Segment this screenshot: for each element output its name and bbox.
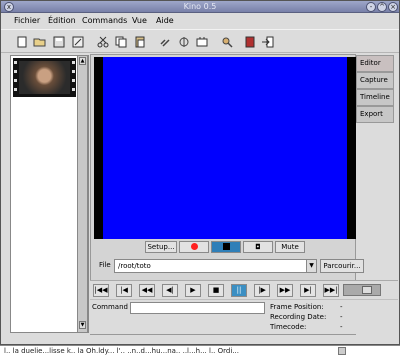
- last-frame-button[interactable]: ▶▶|: [323, 284, 339, 297]
- tab-capture[interactable]: Capture: [356, 72, 394, 89]
- properties-icon[interactable]: [220, 35, 234, 49]
- tab-editor[interactable]: Editor: [356, 55, 394, 72]
- video-frame: [103, 57, 347, 239]
- timecode-label: Timecode:: [270, 323, 307, 331]
- rewind-button[interactable]: ◀◀: [139, 284, 155, 297]
- shuttle-slider-thumb[interactable]: [362, 286, 372, 294]
- title-bar[interactable]: x Kino 0.5 - ^ ×: [1, 1, 399, 13]
- trim-icon[interactable]: [195, 35, 209, 49]
- tab-export[interactable]: Export: [356, 106, 394, 123]
- pause-button[interactable]: ||: [231, 284, 247, 297]
- status-text: l.. la duelie...lisse k.. la Oh.ldy... l…: [4, 347, 239, 355]
- transport-bar: |◀◀ |◀ ◀◀ ◀| ▶ ■ || |▶ ▶▶ ▶| ▶▶|: [90, 280, 398, 299]
- menu-commands[interactable]: Commands: [82, 16, 127, 25]
- paste-icon[interactable]: [133, 35, 147, 49]
- file-label: File: [99, 261, 111, 269]
- menu-edition[interactable]: Édition: [48, 16, 76, 25]
- recording-date-label: Recording Date:: [270, 313, 327, 321]
- clip-thumbnail-image: [19, 61, 70, 94]
- app-window: x Kino 0.5 - ^ × Fichier Édition Command…: [0, 0, 400, 345]
- open-icon[interactable]: [33, 35, 47, 49]
- record-button[interactable]: [179, 241, 209, 253]
- previous-frame-button[interactable]: ◀|: [162, 284, 178, 297]
- frame-position-label: Frame Position:: [270, 303, 324, 311]
- save-icon[interactable]: [52, 35, 66, 49]
- exit-icon[interactable]: [261, 35, 275, 49]
- copy-icon[interactable]: [114, 35, 128, 49]
- status-strip: l.. la duelie...lisse k.. la Oh.ldy... l…: [0, 345, 400, 355]
- menu-aide[interactable]: Aide: [156, 16, 174, 25]
- link-icon[interactable]: [158, 35, 172, 49]
- close-icon[interactable]: ×: [388, 2, 398, 12]
- recording-date-value: -: [340, 313, 343, 321]
- file-row: File /root/toto ▼ Parcourir...: [99, 259, 364, 273]
- cut-icon[interactable]: [96, 35, 110, 49]
- scroll-up-arrow-icon[interactable]: ▲: [79, 57, 86, 65]
- command-area: Command Frame Position: - Recording Date…: [90, 299, 398, 334]
- menu-bar: Fichier Édition Commands Vue Aide: [1, 13, 399, 28]
- previous-scene-button[interactable]: |◀: [116, 284, 132, 297]
- minimize-icon[interactable]: -: [366, 2, 376, 12]
- window-title: Kino 0.5: [183, 2, 217, 11]
- mode-tabs: Editor Capture Timeline Export: [356, 55, 394, 125]
- browse-button[interactable]: Parcourir...: [320, 259, 364, 273]
- new-icon[interactable]: [15, 35, 29, 49]
- shuttle-slider[interactable]: [343, 284, 381, 296]
- play-button[interactable]: ▶: [185, 284, 201, 297]
- file-path-input[interactable]: /root/toto: [114, 259, 307, 273]
- setup-button[interactable]: Setup...: [145, 241, 177, 253]
- split-icon[interactable]: [177, 35, 191, 49]
- command-label: Command: [92, 303, 128, 311]
- camera-icon: ◘: [255, 243, 261, 251]
- tab-timeline[interactable]: Timeline: [356, 89, 394, 106]
- stop-playback-button[interactable]: ■: [208, 284, 224, 297]
- next-frame-button[interactable]: |▶: [254, 284, 270, 297]
- video-preview: [94, 57, 356, 239]
- timecode-value: -: [340, 323, 343, 331]
- frame-position-value: -: [340, 303, 343, 311]
- menu-vue[interactable]: Vue: [132, 16, 147, 25]
- stop-icon: [222, 243, 230, 250]
- snapshot-button[interactable]: ◘: [243, 241, 273, 253]
- command-input[interactable]: [130, 302, 265, 314]
- save-as-icon[interactable]: [71, 35, 85, 49]
- maximize-icon[interactable]: ^: [377, 2, 387, 12]
- mute-button[interactable]: Mute: [275, 241, 305, 253]
- book-icon[interactable]: [243, 35, 257, 49]
- record-icon: [190, 243, 198, 250]
- stop-button[interactable]: [211, 241, 241, 253]
- next-scene-button[interactable]: ▶|: [300, 284, 316, 297]
- clip-thumbnail[interactable]: [13, 58, 76, 97]
- scroll-down-arrow-icon[interactable]: ▼: [79, 321, 86, 329]
- toolbar: [1, 29, 399, 53]
- first-frame-button[interactable]: |◀◀: [93, 284, 109, 297]
- menu-fichier[interactable]: Fichier: [14, 16, 40, 25]
- status-box-icon: [338, 347, 346, 355]
- fast-forward-button[interactable]: ▶▶: [277, 284, 293, 297]
- clip-list-scrollbar[interactable]: ▲ ▼: [77, 55, 88, 333]
- file-dropdown-arrow-icon[interactable]: ▼: [306, 259, 317, 273]
